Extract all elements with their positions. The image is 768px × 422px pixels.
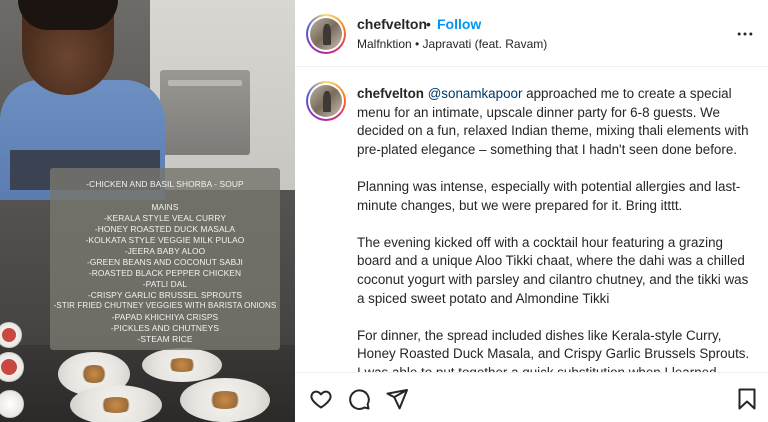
menu-line: -STEAM RICE	[137, 334, 193, 344]
menu-line: -KERALA STYLE VEAL CURRY	[103, 213, 227, 223]
caption-paragraph: For dinner, the spread included dishes l…	[357, 327, 750, 372]
menu-line: -CHICKEN AND BASIL SHORBA - SOUP	[86, 179, 244, 189]
menu-line: -CRISPY GARLIC BRUSSEL SPROUTS	[87, 290, 243, 300]
menu-line: -GREEN BEANS AND COCONUT SABJI	[87, 257, 243, 267]
menu-line: -HONEY ROASTED DUCK MASALA	[94, 224, 236, 234]
plate	[142, 348, 222, 382]
mention-link[interactable]: @sonamkapoor	[428, 86, 523, 101]
avatar-image	[310, 85, 342, 117]
audio-track-link[interactable]: Malfnktion • Japravati (feat. Ravam)	[357, 37, 547, 51]
caption-paragraph: The evening kicked off with a cocktail h…	[357, 234, 749, 306]
avatar-image	[310, 18, 342, 50]
caption-scroll-area[interactable]: chefvelton @sonamkapoor approached me to…	[295, 68, 768, 372]
send-icon[interactable]	[385, 387, 409, 411]
separator-dot: •	[426, 16, 431, 32]
post-media[interactable]: -CHICKEN AND BASIL SHORBA - SOUP MAINS -…	[0, 0, 295, 422]
follow-button[interactable]: Follow	[437, 16, 481, 32]
menu-text-overlay: -CHICKEN AND BASIL SHORBA - SOUP MAINS -…	[50, 168, 280, 350]
post-header: chefvelton • Follow Malfnktion • Japrava…	[295, 0, 768, 67]
menu-line: -STIR FRIED CHUTNEY VEGGIES WITH BARISTA…	[53, 301, 277, 310]
action-bar	[295, 372, 768, 422]
menu-line: -PAPAD KHICHIYA CRISPS	[111, 312, 219, 322]
heart-icon[interactable]	[309, 387, 333, 411]
caption-username[interactable]: chefvelton	[357, 86, 424, 101]
caption-paragraph: chefvelton @sonamkapoor approached me to…	[357, 85, 752, 159]
oven	[160, 70, 250, 155]
post-caption: chefvelton @sonamkapoor approached me to…	[357, 85, 752, 372]
caption-paragraph: Planning was intense, especially with po…	[357, 178, 741, 213]
post-panel: chefvelton • Follow Malfnktion • Japrava…	[295, 0, 768, 422]
menu-line: -KOLKATA STYLE VEGGIE MILK PULAO	[85, 235, 245, 245]
comment-icon[interactable]	[347, 387, 371, 411]
menu-line: -PATLI DAL	[142, 279, 188, 289]
menu-line: MAINS	[151, 202, 179, 212]
menu-line: -ROASTED BLACK PEPPER CHICKEN	[88, 268, 242, 278]
username-link[interactable]: chefvelton	[357, 16, 427, 32]
menu-line: -JEERA BABY ALOO	[124, 246, 206, 256]
chef-hair	[18, 0, 118, 30]
plate	[180, 378, 270, 422]
more-horizontal-icon[interactable]	[735, 24, 755, 44]
menu-line: -PICKLES AND CHUTNEYS	[110, 323, 220, 333]
profile-avatar[interactable]	[306, 14, 346, 54]
caption-avatar[interactable]	[306, 81, 346, 121]
plate	[70, 385, 162, 422]
bookmark-icon[interactable]	[735, 387, 759, 411]
